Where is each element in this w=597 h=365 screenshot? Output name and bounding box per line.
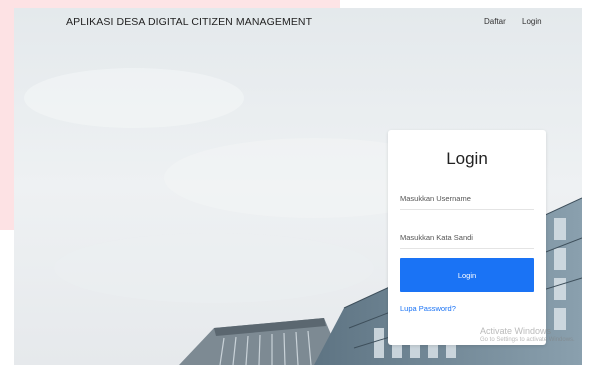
login-card: Login Login Lupa Password?	[388, 130, 546, 345]
nav-login-link[interactable]: Login	[522, 17, 542, 26]
page: APLIKASI DESA DIGITAL CITIZEN MANAGEMENT…	[0, 0, 597, 365]
nav-register-link[interactable]: Daftar	[484, 17, 506, 26]
app-title: APLIKASI DESA DIGITAL CITIZEN MANAGEMENT	[66, 16, 313, 28]
forgot-password-link[interactable]: Lupa Password?	[400, 304, 456, 313]
login-button[interactable]: Login	[400, 258, 534, 292]
login-card-title: Login	[446, 149, 488, 168]
password-input[interactable]	[400, 226, 534, 249]
username-input[interactable]	[400, 187, 534, 210]
